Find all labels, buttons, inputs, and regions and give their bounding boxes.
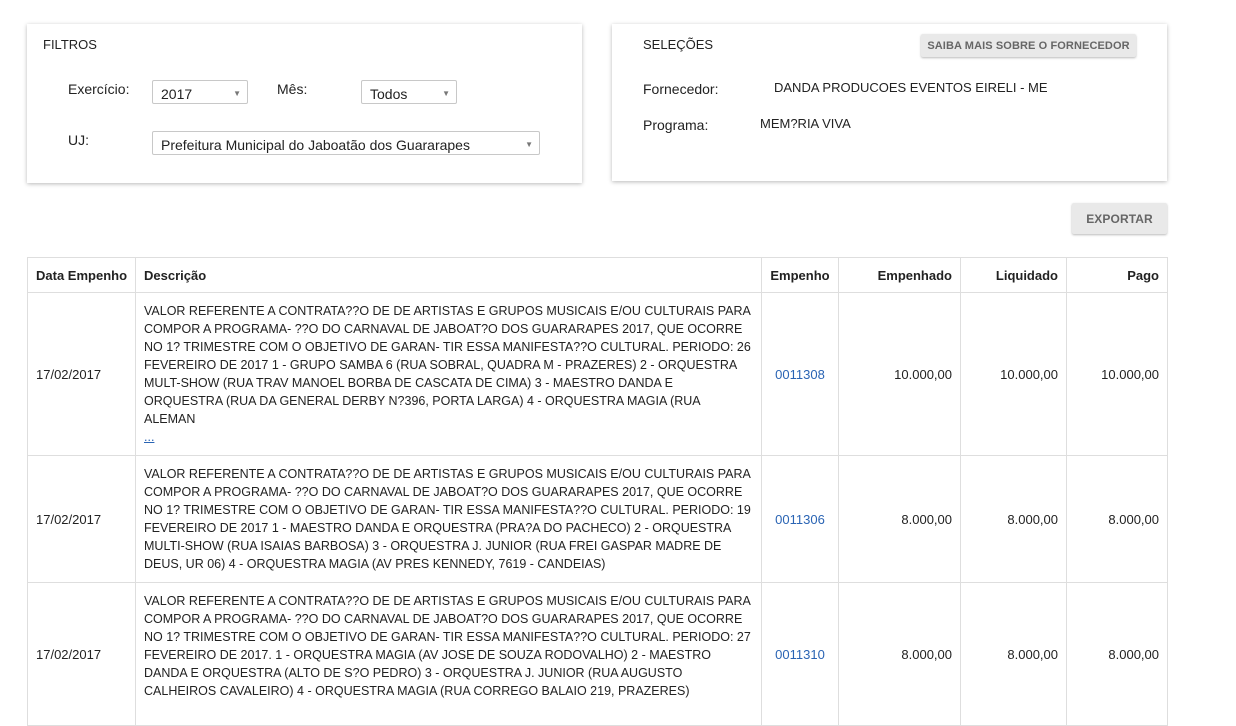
cell-pago: 10.000,00 — [1066, 292, 1168, 456]
chevron-down-icon: ▼ — [525, 140, 533, 149]
empenhos-table: Data Empenho Descrição Empenho Empenhado… — [27, 257, 1168, 726]
programa-label: Programa: — [643, 117, 709, 133]
empenho-link[interactable]: 0011308 — [775, 367, 825, 382]
cell-data-empenho: 17/02/2017 — [27, 292, 136, 456]
cell-empenhado: 8.000,00 — [838, 582, 961, 726]
cell-descricao: VALOR REFERENTE A CONTRATA??O DE DE ARTI… — [135, 292, 762, 456]
uj-select-value: Prefeitura Municipal do Jaboatão dos Gua… — [161, 137, 470, 153]
fornecedor-value: DANDA PRODUCOES EVENTOS EIRELI - ME — [774, 80, 1048, 95]
header-liquidado[interactable]: Liquidado — [960, 257, 1067, 293]
cell-empenhado: 8.000,00 — [838, 455, 961, 583]
cell-descricao: VALOR REFERENTE A CONTRATA??O DE DE ARTI… — [135, 455, 762, 583]
cell-liquidado: 8.000,00 — [960, 582, 1067, 726]
cell-data-empenho: 17/02/2017 — [27, 582, 136, 726]
table-header-row: Data Empenho Descrição Empenho Empenhado… — [27, 257, 1168, 293]
descricao-text: VALOR REFERENTE A CONTRATA??O DE DE ARTI… — [144, 594, 751, 698]
header-empenhado[interactable]: Empenhado — [838, 257, 961, 293]
descricao-text: VALOR REFERENTE A CONTRATA??O DE DE ARTI… — [144, 467, 751, 571]
mes-select[interactable]: Todos ▼ — [361, 80, 457, 104]
cell-descricao: VALOR REFERENTE A CONTRATA??O DE DE ARTI… — [135, 582, 762, 726]
uj-label: UJ: — [68, 132, 89, 148]
cell-empenhado: 10.000,00 — [838, 292, 961, 456]
chevron-down-icon: ▼ — [233, 89, 241, 98]
filtros-title: FILTROS — [43, 37, 97, 52]
descricao-text: VALOR REFERENTE A CONTRATA??O DE DE ARTI… — [144, 304, 751, 426]
fornecedor-label: Fornecedor: — [643, 81, 719, 97]
cell-pago: 8.000,00 — [1066, 455, 1168, 583]
ver-mais-link[interactable]: ... — [144, 428, 753, 446]
cell-liquidado: 8.000,00 — [960, 455, 1067, 583]
table-row: 17/02/2017 VALOR REFERENTE A CONTRATA??O… — [27, 455, 1168, 583]
cell-empenho: 0011308 — [761, 292, 839, 456]
uj-select[interactable]: Prefeitura Municipal do Jaboatão dos Gua… — [152, 131, 540, 155]
exercicio-select[interactable]: 2017 ▼ — [152, 80, 248, 104]
table-row: 17/02/2017 VALOR REFERENTE A CONTRATA??O… — [27, 582, 1168, 726]
saiba-mais-fornecedor-button[interactable]: SAIBA MAIS SOBRE O FORNECEDOR — [921, 34, 1136, 57]
mes-select-value: Todos — [370, 86, 408, 102]
cell-empenho: 0011310 — [761, 582, 839, 726]
programa-value: MEM?RIA VIVA — [760, 116, 851, 131]
cell-liquidado: 10.000,00 — [960, 292, 1067, 456]
mes-label: Mês: — [277, 81, 308, 97]
exercicio-label: Exercício: — [68, 81, 130, 97]
exercicio-select-value: 2017 — [161, 86, 193, 102]
selecoes-title: SELEÇÕES — [643, 37, 714, 52]
empenho-link[interactable]: 0011310 — [775, 647, 825, 662]
chevron-down-icon: ▼ — [442, 89, 450, 98]
table-row: 17/02/2017 VALOR REFERENTE A CONTRATA??O… — [27, 292, 1168, 456]
cell-pago: 8.000,00 — [1066, 582, 1168, 726]
empenho-link[interactable]: 0011306 — [775, 512, 825, 527]
header-data-empenho[interactable]: Data Empenho — [27, 257, 136, 293]
filtros-panel: FILTROS Exercício: 2017 ▼ Mês: Todos ▼ U… — [27, 24, 582, 183]
header-descricao[interactable]: Descrição — [135, 257, 762, 293]
selecoes-panel: SELEÇÕES SAIBA MAIS SOBRE O FORNECEDOR F… — [612, 24, 1167, 181]
header-pago[interactable]: Pago — [1066, 257, 1168, 293]
exportar-button[interactable]: EXPORTAR — [1072, 203, 1167, 234]
cell-empenho: 0011306 — [761, 455, 839, 583]
header-empenho[interactable]: Empenho — [761, 257, 839, 293]
cell-data-empenho: 17/02/2017 — [27, 455, 136, 583]
